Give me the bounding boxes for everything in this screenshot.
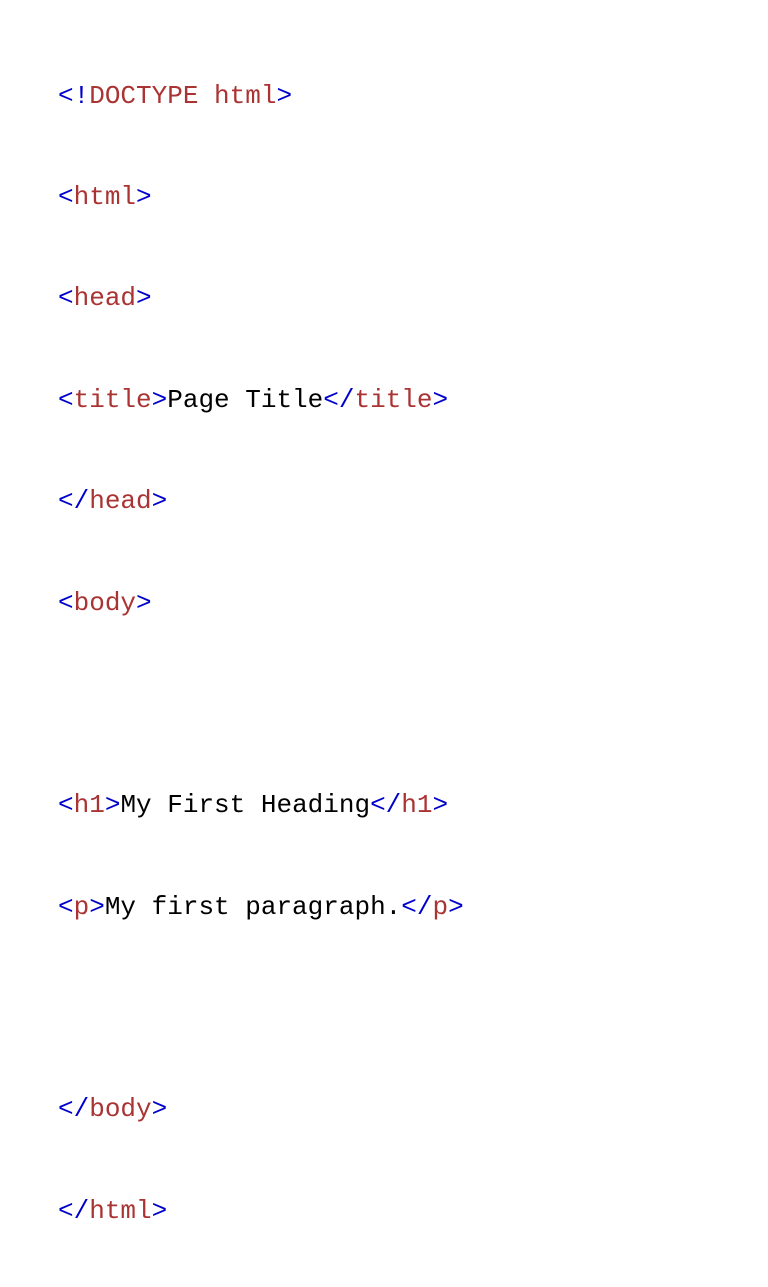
title-tag: title <box>74 385 152 415</box>
bracket-open: <! <box>58 81 89 111</box>
code-line-5: </head> <box>58 476 768 527</box>
bracket-open-close: </ <box>323 385 354 415</box>
code-line-2: <html> <box>58 172 768 223</box>
bracket-open-close: </ <box>58 486 89 516</box>
code-line-9: </body> <box>58 1084 768 1135</box>
bracket-close: > <box>448 892 464 922</box>
bracket-close: > <box>152 385 168 415</box>
html-keyword: html <box>214 81 276 111</box>
bracket-open: < <box>58 283 74 313</box>
h1-tag-close: h1 <box>401 790 432 820</box>
bracket-open-close: </ <box>58 1196 89 1226</box>
body-tag: body <box>74 588 136 618</box>
code-line-6: <body> <box>58 578 768 629</box>
h1-tag: h1 <box>74 790 105 820</box>
bracket-close: > <box>433 790 449 820</box>
title-text: Page Title <box>167 385 323 415</box>
code-line-4: <title>Page Title</title> <box>58 375 768 426</box>
bracket-open: < <box>58 182 74 212</box>
code-line-7: <h1>My First Heading</h1> <box>58 780 768 831</box>
paragraph-text: My first paragraph. <box>105 892 401 922</box>
p-tag-close: p <box>433 892 449 922</box>
bracket-close: > <box>433 385 449 415</box>
bracket-close: > <box>152 1094 168 1124</box>
code-line-blank-1 <box>58 679 768 730</box>
code-snippet: <!DOCTYPE html> <html> <head> <title>Pag… <box>58 20 768 1287</box>
space <box>198 81 214 111</box>
body-tag-close: body <box>89 1094 151 1124</box>
code-line-8: <p>My first paragraph.</p> <box>58 882 768 933</box>
bracket-close: > <box>276 81 292 111</box>
code-line-10: </html> <box>58 1186 768 1237</box>
title-tag-close: title <box>354 385 432 415</box>
bracket-open: < <box>58 892 74 922</box>
bracket-close: > <box>136 588 152 618</box>
heading-text: My First Heading <box>120 790 370 820</box>
bracket-open-close: </ <box>370 790 401 820</box>
bracket-open: < <box>58 385 74 415</box>
bracket-close: > <box>105 790 121 820</box>
html-tag: html <box>74 182 136 212</box>
bracket-open: < <box>58 790 74 820</box>
bracket-open-close: </ <box>401 892 432 922</box>
bracket-close: > <box>152 1196 168 1226</box>
bracket-close: > <box>89 892 105 922</box>
html-tag-close: html <box>89 1196 151 1226</box>
code-line-3: <head> <box>58 273 768 324</box>
code-line-blank-2 <box>58 983 768 1034</box>
head-tag-close: head <box>89 486 151 516</box>
bracket-open: < <box>58 588 74 618</box>
doctype-keyword: DOCTYPE <box>89 81 198 111</box>
bracket-close: > <box>136 182 152 212</box>
p-tag: p <box>74 892 90 922</box>
code-line-1: <!DOCTYPE html> <box>58 71 768 122</box>
bracket-close: > <box>136 283 152 313</box>
bracket-open-close: </ <box>58 1094 89 1124</box>
head-tag: head <box>74 283 136 313</box>
bracket-close: > <box>152 486 168 516</box>
